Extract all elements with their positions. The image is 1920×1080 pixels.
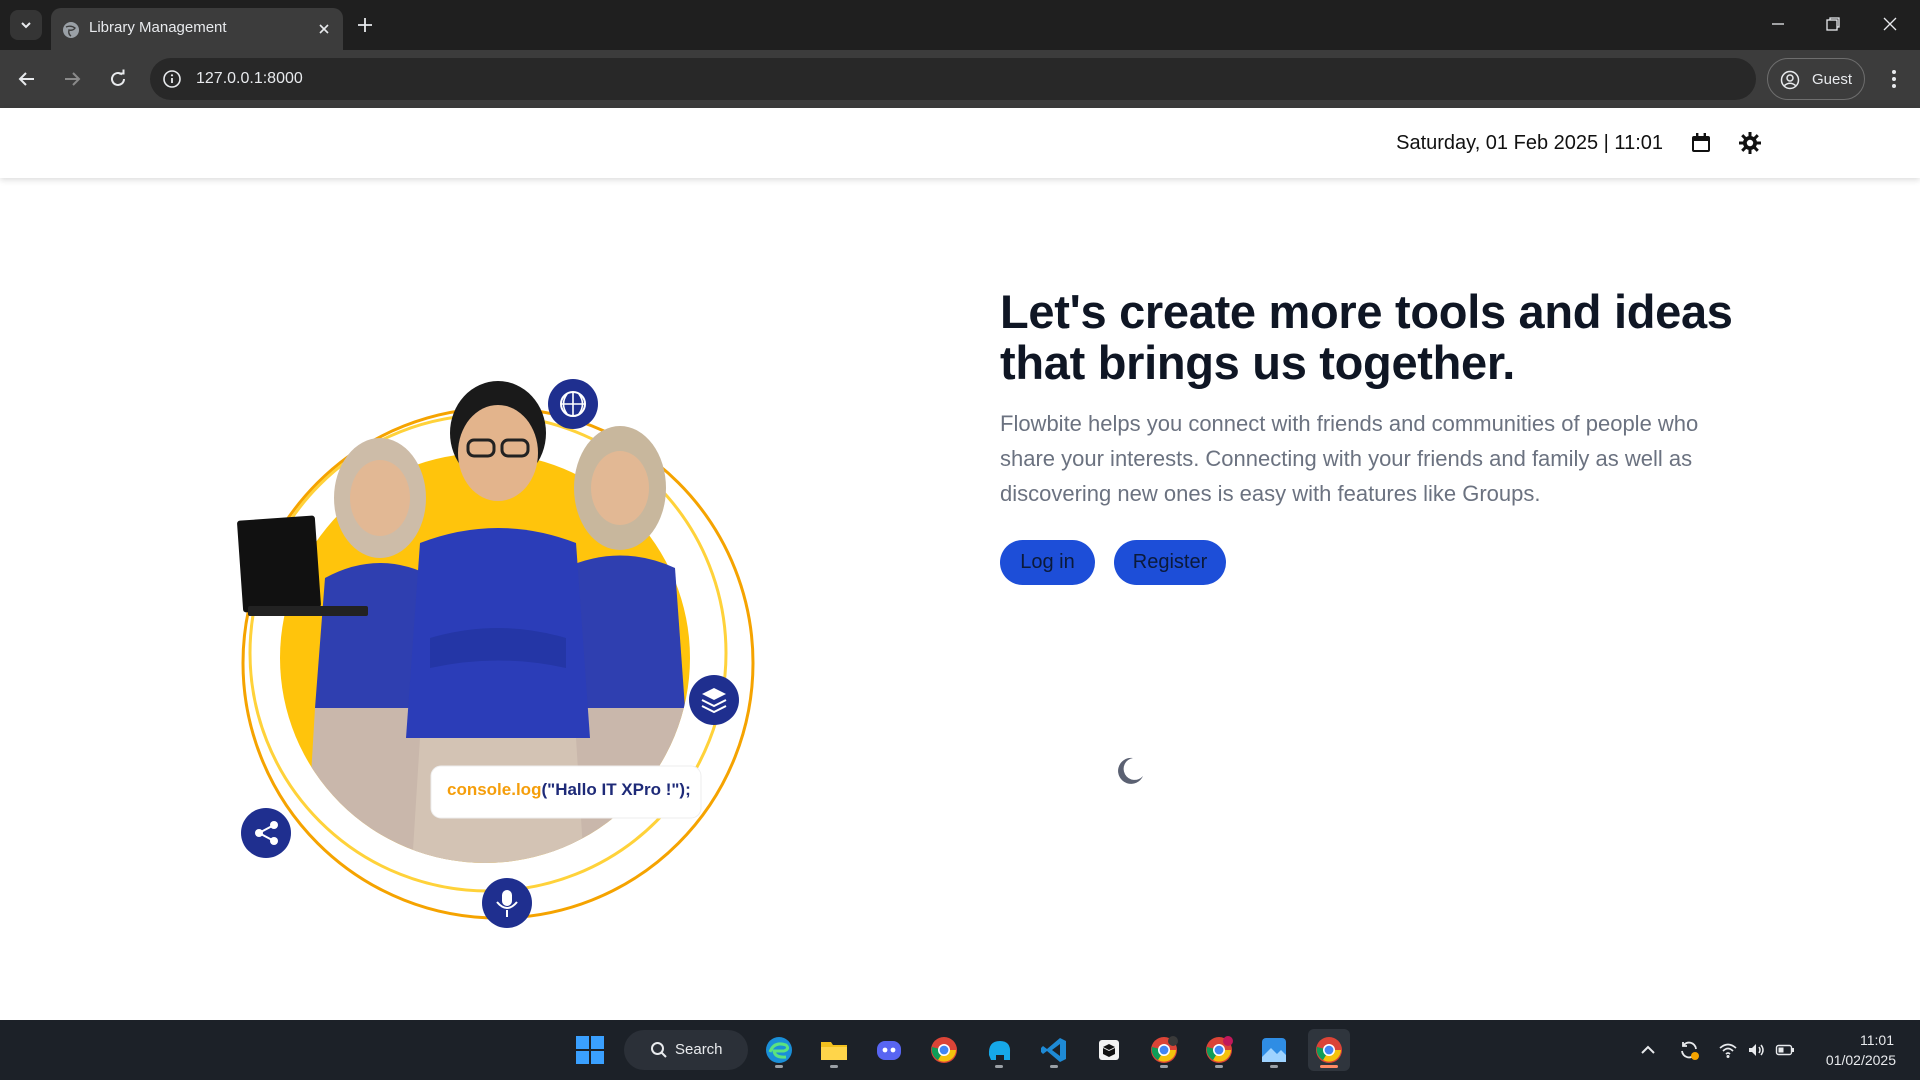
browser-tab[interactable]: Library Management xyxy=(51,8,343,50)
reload-icon[interactable] xyxy=(106,67,130,91)
elephant-app-icon xyxy=(988,1041,1011,1060)
code-badge-keyword: console.log xyxy=(447,780,542,799)
sync-icon[interactable] xyxy=(1677,1038,1701,1062)
taskbar-photos[interactable] xyxy=(1253,1029,1295,1071)
volume-icon[interactable] xyxy=(1746,1040,1766,1060)
back-arrow-icon[interactable] xyxy=(15,67,39,91)
browser-toolbar: 127.0.0.1:8000 Guest xyxy=(0,50,1920,108)
running-indicator xyxy=(830,1065,838,1068)
browser-tab-strip: Library Management xyxy=(0,0,1920,50)
battery-icon[interactable] xyxy=(1775,1040,1795,1060)
top-navbar: Saturday, 01 Feb 2025 | 11:01 xyxy=(0,108,1920,178)
taskbar-file-explorer[interactable] xyxy=(813,1029,855,1071)
profile-button[interactable]: Guest xyxy=(1767,58,1865,100)
current-datetime: Saturday, 01 Feb 2025 | 11:01 xyxy=(1396,132,1663,154)
tab-search-button[interactable] xyxy=(10,10,42,40)
chrome-profile-icon xyxy=(1151,1036,1178,1063)
windows-logo-icon xyxy=(576,1036,604,1064)
globe-favicon-icon xyxy=(63,22,79,38)
start-button[interactable] xyxy=(569,1029,611,1071)
more-menu-icon[interactable] xyxy=(1884,67,1904,91)
taskbar-chrome-2[interactable] xyxy=(1143,1029,1185,1071)
taskbar-discord[interactable] xyxy=(868,1029,910,1071)
moon-icon[interactable] xyxy=(1112,754,1146,788)
code-badge: console.log("Hallo IT XPro !"); xyxy=(447,780,691,800)
running-indicator xyxy=(775,1065,783,1068)
photos-icon xyxy=(1262,1038,1286,1062)
code-badge-args: ("Hallo IT XPro !"); xyxy=(541,780,691,799)
running-indicator xyxy=(1160,1065,1168,1068)
taskbar-chrome-active[interactable] xyxy=(1308,1029,1350,1071)
discord-icon xyxy=(877,1041,901,1060)
profile-icon xyxy=(1780,70,1800,90)
running-indicator xyxy=(995,1065,1003,1068)
site-info-icon[interactable] xyxy=(162,69,182,89)
chrome-icon xyxy=(931,1037,957,1063)
clock-time[interactable]: 11:01 xyxy=(1860,1032,1894,1048)
hero-description: Flowbite helps you connect with friends … xyxy=(1000,411,1699,506)
login-button[interactable]: Log in xyxy=(1000,540,1095,585)
minimize-icon[interactable] xyxy=(1768,14,1788,34)
chrome-profile-icon xyxy=(1206,1036,1233,1063)
register-button[interactable]: Register xyxy=(1114,540,1226,585)
screen: Library Management 127.0.0.1:8000 Guest … xyxy=(0,0,1920,1080)
close-window-icon[interactable] xyxy=(1880,14,1900,34)
new-tab-icon[interactable] xyxy=(354,14,376,36)
taskbar-app-box[interactable] xyxy=(1088,1029,1130,1071)
running-indicator xyxy=(1270,1065,1278,1068)
taskbar-vscode[interactable] xyxy=(1033,1029,1075,1071)
forward-arrow-icon[interactable] xyxy=(60,67,84,91)
running-indicator xyxy=(1215,1065,1223,1068)
chrome-icon xyxy=(1316,1037,1342,1063)
running-indicator xyxy=(1050,1065,1058,1068)
restore-icon[interactable] xyxy=(1823,14,1843,34)
taskbar-app-elephant[interactable] xyxy=(978,1029,1020,1071)
taskbar-edge[interactable] xyxy=(758,1029,800,1071)
sun-gear-icon[interactable] xyxy=(1738,131,1762,155)
search-icon xyxy=(651,1042,667,1058)
tab-title: Library Management xyxy=(89,19,227,36)
profile-label: Guest xyxy=(1812,71,1853,88)
close-tab-icon[interactable] xyxy=(315,20,333,38)
hero-title-line-2: that brings us together. xyxy=(1000,336,1516,389)
chevron-up-icon[interactable] xyxy=(1638,1040,1658,1060)
active-indicator xyxy=(1320,1065,1338,1068)
vscode-icon xyxy=(1041,1038,1066,1062)
hero-illustration xyxy=(237,379,755,928)
hero-title: Let's create more tools and ideas that b… xyxy=(1000,286,1760,388)
calendar-icon[interactable] xyxy=(1690,132,1712,154)
taskbar: Search 11:01 01/02/2025 xyxy=(0,1020,1920,1080)
hero-title-line-1: Let's create more tools and ideas xyxy=(1000,285,1733,338)
edge-icon xyxy=(766,1037,792,1063)
taskbar-chrome-3[interactable] xyxy=(1198,1029,1240,1071)
address-bar[interactable]: 127.0.0.1:8000 xyxy=(150,58,1756,100)
wifi-icon[interactable] xyxy=(1718,1040,1738,1060)
web-page: Saturday, 01 Feb 2025 | 11:01 console.lo… xyxy=(0,108,1920,1020)
taskbar-search-label: Search xyxy=(675,1041,723,1058)
taskbar-chrome-1[interactable] xyxy=(923,1029,965,1071)
taskbar-search[interactable]: Search xyxy=(624,1030,748,1070)
folder-icon xyxy=(821,1042,847,1060)
url-text: 127.0.0.1:8000 xyxy=(196,70,303,87)
chevron-down-icon xyxy=(21,22,31,29)
box-app-icon xyxy=(1099,1040,1119,1060)
clock-date[interactable]: 01/02/2025 xyxy=(1826,1052,1896,1068)
